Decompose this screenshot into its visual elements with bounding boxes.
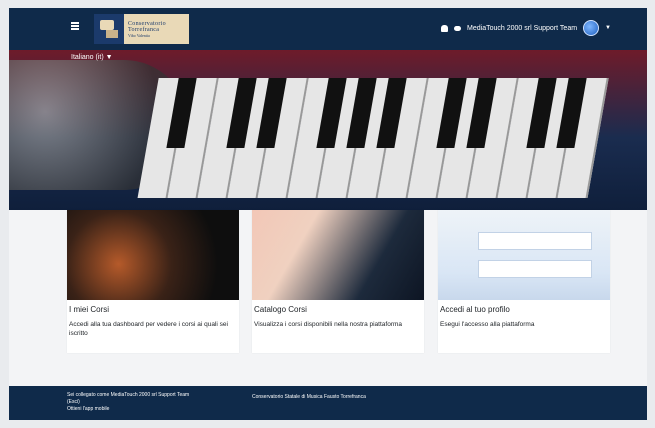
footer: Sei collegato come MediaTouch 2000 srl S… <box>9 386 647 420</box>
card-description: Esegui l'accesso alla piattaforma <box>440 321 535 328</box>
footer-logout-link[interactable]: (Esci) <box>67 399 189 406</box>
card-title[interactable]: Accedi al tuo profilo <box>440 305 610 314</box>
card-image-cello <box>67 210 239 300</box>
footer-right: Conservatorio Statale di Musica Fausto T… <box>252 394 366 401</box>
user-avatar[interactable] <box>583 20 600 36</box>
card-i-miei-corsi[interactable]: I miei Corsi Accedi alla tua dashboard p… <box>67 210 239 353</box>
logo-line-3: Vibo Valentia <box>128 32 150 38</box>
hero-banner <box>9 50 647 210</box>
footer-left: Sei collegato come MediaTouch 2000 srl S… <box>67 392 189 413</box>
language-chevron-down-icon: ▼ <box>105 54 113 61</box>
card-description: Visualizza i corsi disponibili nella nos… <box>254 321 403 328</box>
cards-grid: I miei Corsi Accedi alla tua dashboard p… <box>67 210 610 360</box>
page: Conservatorio Torrefranca Vibo Valentia … <box>9 8 647 420</box>
user-name[interactable]: MediaTouch 2000 srl Support Team <box>467 25 577 32</box>
language-label: Italiano (it) <box>71 54 104 61</box>
card-title[interactable]: Catalogo Corsi <box>254 305 424 314</box>
hero-piano-keys <box>136 58 647 208</box>
footer-logged-as: Sei collegato come MediaTouch 2000 srl S… <box>67 392 190 398</box>
card-catalogo-corsi[interactable]: Catalogo Corsi Visualizza i corsi dispon… <box>252 210 424 353</box>
card-accedi-profilo[interactable]: Accedi al tuo profilo Esegui l'accesso a… <box>438 210 610 353</box>
footer-institution: Conservatorio Statale di Musica Fausto T… <box>252 394 366 400</box>
site-logo[interactable]: Conservatorio Torrefranca Vibo Valentia <box>94 14 189 44</box>
logo-line-1: Conservatorio <box>128 20 166 27</box>
logo-mark-icon <box>94 14 124 44</box>
nav-right: MediaTouch 2000 srl Support Team ▼ <box>441 20 611 36</box>
notification-bell-icon[interactable] <box>441 24 449 32</box>
hamburger-menu-icon[interactable] <box>71 22 79 30</box>
card-image-tablet <box>252 210 424 300</box>
user-menu-chevron-down-icon[interactable]: ▼ <box>605 25 611 31</box>
card-image-sign-in <box>438 210 610 300</box>
card-description: Accedi alla tua dashboard per vedere i c… <box>69 321 228 337</box>
top-navbar: Conservatorio Torrefranca Vibo Valentia … <box>9 8 647 50</box>
logo-text: Conservatorio Torrefranca Vibo Valentia <box>124 21 166 38</box>
footer-mobile-app-link[interactable]: Ottieni l'app mobile <box>67 406 189 413</box>
chat-icon[interactable] <box>454 25 462 31</box>
language-selector[interactable]: Italiano (it) ▼ <box>71 54 113 61</box>
card-title[interactable]: I miei Corsi <box>69 305 239 314</box>
